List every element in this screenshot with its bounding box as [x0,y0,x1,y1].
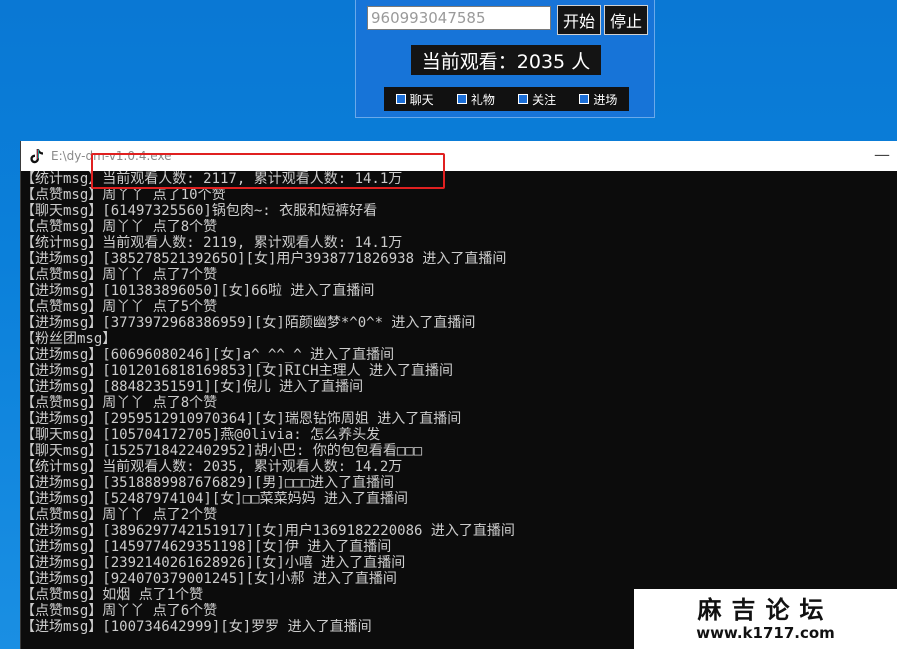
console-line: 【进场msg】[101383896050][女]66啦 进入了直播间 [21,283,375,299]
watermark-title: 麻吉论坛 [697,596,834,624]
console-line: 【聊天msg】[105704172705]燕@0livia: 怎么养头发 [21,427,381,443]
stop-button[interactable]: 停止 [604,5,648,35]
console-output: 【统计msg】当前观看人数: 2117, 累计观看人数: 14.1万 【点赞msg… [21,171,897,635]
checkbox-icon[interactable] [518,94,529,104]
filter-label: 进场 [593,92,618,107]
filter-gift-checkbox[interactable]: 礼物 [456,91,495,108]
checkbox-icon[interactable] [395,94,406,104]
minimize-icon[interactable]: — [874,145,890,164]
console-line: 【进场msg】[52487974104][女]□□菜菜妈妈 进入了直播间 [21,491,409,507]
filter-label: 聊天 [409,92,434,107]
console-line: 【点赞msg】周丫丫 点了2个赞 [21,507,218,523]
console-line: 【进场msg】[2392140261628926][女]小嘻 进入了直播间 [21,555,406,571]
console-line: 【点赞msg】周丫丫 点了8个赞 [21,395,218,411]
start-button[interactable]: 开始 [557,5,601,35]
forum-watermark: 麻吉论坛 www.k1717.com [634,589,897,649]
highlight-annotation [91,153,445,189]
console-line: 【进场msg】[60696080246][女]a^_^^_^ 进入了直播间 [21,347,395,363]
console-line: 【进场msg】[1012016818169853][女]RICH主理人 进入了直… [21,363,454,379]
tiktok-icon [29,148,45,164]
checkbox-icon[interactable] [579,94,590,104]
console-line: 【点赞msg】周丫丫 点了5个赞 [21,299,218,315]
watermark-url: www.k1717.com [696,624,835,642]
console-line: 【进场msg】[88482351591][女]倪儿 进入了直播间 [21,379,364,395]
filter-enter-checkbox[interactable]: 进场 [579,91,617,108]
console-line: 【聊天msg】[61497325560]锅包肉~: 衣服和短裤好看 [21,203,378,219]
console-line: 【统计msg】当前观看人数: 2035, 累计观看人数: 14.2万 [21,459,403,475]
filter-label: 礼物 [470,92,495,107]
console-line: 【进场msg】[924070379001245][女]小郝 进入了直播间 [21,571,397,587]
console-window: E:\dy-dm-v1.0.4.exe — 【统计msg】当前观看人数: 211… [20,141,897,649]
console-line: 【粉丝团msg】 [21,331,117,347]
filter-chat-checkbox[interactable]: 聊天 [395,91,434,108]
console-line: 【进场msg】[3773972968386959][女]陌颜幽梦*^0^* 进入… [21,315,476,331]
filter-follow-checkbox[interactable]: 关注 [518,91,556,108]
console-line: 【进场msg】[3518889987676829][男]□□□进入了直播间 [21,475,395,491]
console-line: 【进场msg】[38527852139265O][女]用户39387718269… [21,251,507,267]
console-line: 【进场msg】[1459774629351198][女]伊 进入了直播间 [21,539,392,555]
console-line: 【进场msg】[3896297742151917][女]用户1369182220… [21,523,515,539]
console-line: 【点赞msg】周丫丫 点了7个赞 [21,267,218,283]
console-line: 【点赞msg】周丫丫 点了10个赞 [21,187,226,203]
console-line: 【点赞msg】周丫丫 点了8个赞 [21,219,218,235]
console-line: 【进场msg】[2959512910970364][女]瑞恩钻饰周姐 进入了直播… [21,411,462,427]
message-filter-bar: 聊天 礼物 关注 进场 [384,87,629,111]
checkbox-icon[interactable] [456,94,467,104]
console-line: 【聊天msg】[1525718422402952]胡小巴: 你的包包看看□□□ [21,443,423,459]
console-line: 【统计msg】当前观看人数: 2119, 累计观看人数: 14.1万 [21,235,403,251]
filter-label: 关注 [532,92,557,107]
current-viewer-count: 当前观看：2035 人 [411,45,601,75]
danmaku-control-panel: 开始 停止 当前观看：2035 人 聊天 礼物 关注 进场 [355,0,655,118]
room-id-input[interactable] [367,6,551,30]
